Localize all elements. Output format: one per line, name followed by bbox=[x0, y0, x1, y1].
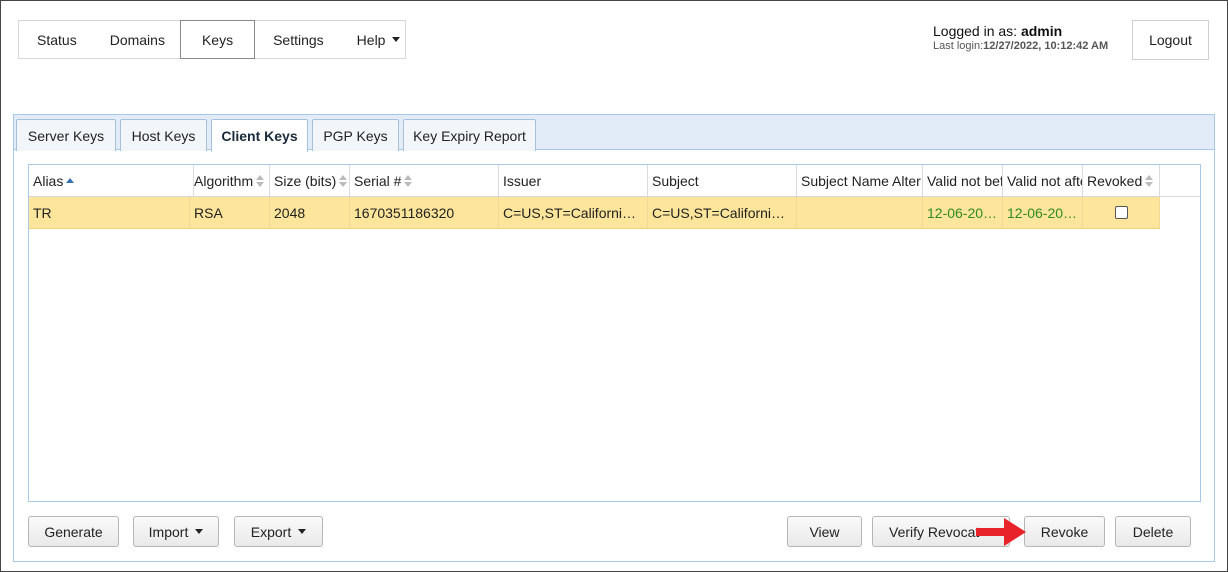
cell-subject-alt-name bbox=[797, 197, 923, 228]
tab-host-keys[interactable]: Host Keys bbox=[120, 119, 207, 151]
button-label: Delete bbox=[1132, 523, 1174, 540]
button-label: View bbox=[809, 523, 840, 540]
col-label: Revoked bbox=[1087, 172, 1143, 189]
sort-asc-icon bbox=[66, 178, 75, 183]
view-button[interactable]: View bbox=[787, 516, 862, 547]
tab-pgp-keys[interactable]: PGP Keys bbox=[312, 119, 399, 151]
col-algorithm[interactable]: Algorithm bbox=[190, 165, 270, 196]
cell-text: TR bbox=[33, 204, 52, 221]
chevron-down-icon bbox=[298, 529, 307, 534]
sort-icon bbox=[1145, 174, 1154, 187]
col-revoked[interactable]: Revoked bbox=[1083, 165, 1160, 196]
nav-settings[interactable]: Settings bbox=[255, 21, 339, 58]
cell-text: 12-06-20… bbox=[927, 204, 998, 221]
revoked-checkbox[interactable] bbox=[1114, 206, 1128, 219]
logout-label: Logout bbox=[1149, 32, 1192, 48]
chevron-down-icon bbox=[392, 37, 401, 42]
col-serial[interactable]: Serial # bbox=[350, 165, 499, 196]
col-valid-not-after[interactable]: Valid not afte bbox=[1003, 165, 1083, 196]
delete-button[interactable]: Delete bbox=[1115, 516, 1191, 547]
tab-label: Key Expiry Report bbox=[413, 127, 526, 144]
logout-button[interactable]: Logout bbox=[1132, 20, 1209, 60]
tab-client-keys[interactable]: Client Keys bbox=[211, 119, 308, 152]
last-login-value: 12/27/2022, 10:12:42 AM bbox=[983, 40, 1109, 52]
cell-text: 1670351186320 bbox=[354, 204, 455, 221]
col-label: Valid not afte bbox=[1007, 172, 1083, 189]
sort-icon bbox=[339, 174, 348, 187]
nav-domains-label: Domains bbox=[109, 31, 165, 48]
nav-status-label: Status bbox=[37, 31, 77, 48]
import-button[interactable]: Import bbox=[133, 516, 219, 547]
tab-key-expiry-report[interactable]: Key Expiry Report bbox=[403, 119, 536, 151]
revoke-button[interactable]: Revoke bbox=[1024, 516, 1105, 547]
top-nav: Status Domains Keys Settings Help bbox=[18, 20, 406, 59]
cell-text: C=US,ST=Californi… bbox=[503, 204, 637, 221]
col-label: Subject bbox=[652, 172, 699, 189]
col-subject-alt-name[interactable]: Subject Name Alter bbox=[797, 165, 923, 196]
nav-keys[interactable]: Keys bbox=[179, 20, 256, 59]
table-row[interactable]: TR RSA 2048 1670351186320 C=US,ST=Califo… bbox=[29, 197, 1160, 229]
generate-button[interactable]: Generate bbox=[28, 516, 119, 547]
nav-keys-label: Keys bbox=[201, 31, 234, 48]
col-subject[interactable]: Subject bbox=[648, 165, 797, 196]
button-label: Revoke bbox=[1040, 523, 1089, 540]
cell-alias: TR bbox=[29, 197, 190, 228]
cell-serial: 1670351186320 bbox=[350, 197, 499, 228]
tab-server-keys[interactable]: Server Keys bbox=[16, 119, 116, 151]
button-label: Import bbox=[148, 523, 189, 540]
sort-icon bbox=[404, 174, 413, 187]
last-login-prefix: Last login: bbox=[933, 40, 984, 52]
tab-bar: Server Keys Host Keys Client Keys PGP Ke… bbox=[14, 115, 1214, 152]
grid-header: Alias Algorithm Size (bits) Serial # Iss… bbox=[29, 165, 1200, 197]
col-label: Issuer bbox=[503, 172, 542, 189]
col-size[interactable]: Size (bits) bbox=[270, 165, 350, 196]
col-valid-not-before[interactable]: Valid not bef bbox=[923, 165, 1003, 196]
tab-label: PGP Keys bbox=[323, 127, 388, 144]
cell-text: 12-06-20… bbox=[1007, 204, 1078, 221]
button-label: Generate bbox=[44, 523, 103, 540]
button-label: Verify Revocat bbox=[889, 523, 980, 540]
nav-help-label: Help bbox=[356, 31, 386, 48]
nav-settings-label: Settings bbox=[273, 31, 324, 48]
col-alias[interactable]: Alias bbox=[29, 165, 194, 196]
nav-help[interactable]: Help bbox=[339, 21, 416, 58]
col-label: Valid not bef bbox=[927, 172, 1003, 189]
cell-valid-not-before: 12-06-20… bbox=[923, 197, 1003, 228]
col-issuer[interactable]: Issuer bbox=[499, 165, 648, 196]
col-label: Serial # bbox=[354, 172, 402, 189]
keys-panel: Server Keys Host Keys Client Keys PGP Ke… bbox=[13, 114, 1215, 562]
cell-revoked bbox=[1083, 197, 1160, 228]
cell-text: RSA bbox=[194, 204, 223, 221]
export-button[interactable]: Export bbox=[234, 516, 323, 547]
tab-label: Client Keys bbox=[221, 128, 298, 144]
tab-label: Server Keys bbox=[27, 127, 105, 144]
annotation-arrow-icon bbox=[976, 518, 1026, 546]
login-info: Logged in as: admin Last login:12/27/202… bbox=[933, 24, 1108, 52]
nav-domains[interactable]: Domains bbox=[92, 21, 180, 58]
logged-in-prefix: Logged in as: bbox=[933, 23, 1018, 39]
button-label: Export bbox=[250, 523, 292, 540]
cell-subject: C=US,ST=Californi… bbox=[648, 197, 797, 228]
cell-algorithm: RSA bbox=[190, 197, 270, 228]
cell-text: 2048 bbox=[274, 204, 306, 221]
nav-status[interactable]: Status bbox=[19, 21, 92, 58]
client-keys-grid: Alias Algorithm Size (bits) Serial # Iss… bbox=[28, 164, 1201, 502]
col-label: Size (bits) bbox=[274, 172, 337, 189]
col-label: Algorithm bbox=[194, 172, 254, 189]
tab-label: Host Keys bbox=[131, 127, 196, 144]
chevron-down-icon bbox=[195, 529, 204, 534]
cell-valid-not-after: 12-06-20… bbox=[1003, 197, 1083, 228]
col-label: Alias bbox=[33, 172, 64, 189]
cell-issuer: C=US,ST=Californi… bbox=[499, 197, 648, 228]
sort-icon bbox=[256, 174, 265, 187]
cell-text: C=US,ST=Californi… bbox=[652, 204, 786, 221]
cell-size: 2048 bbox=[270, 197, 350, 228]
username: admin bbox=[1020, 23, 1063, 39]
col-label: Subject Name Alter bbox=[801, 172, 921, 189]
